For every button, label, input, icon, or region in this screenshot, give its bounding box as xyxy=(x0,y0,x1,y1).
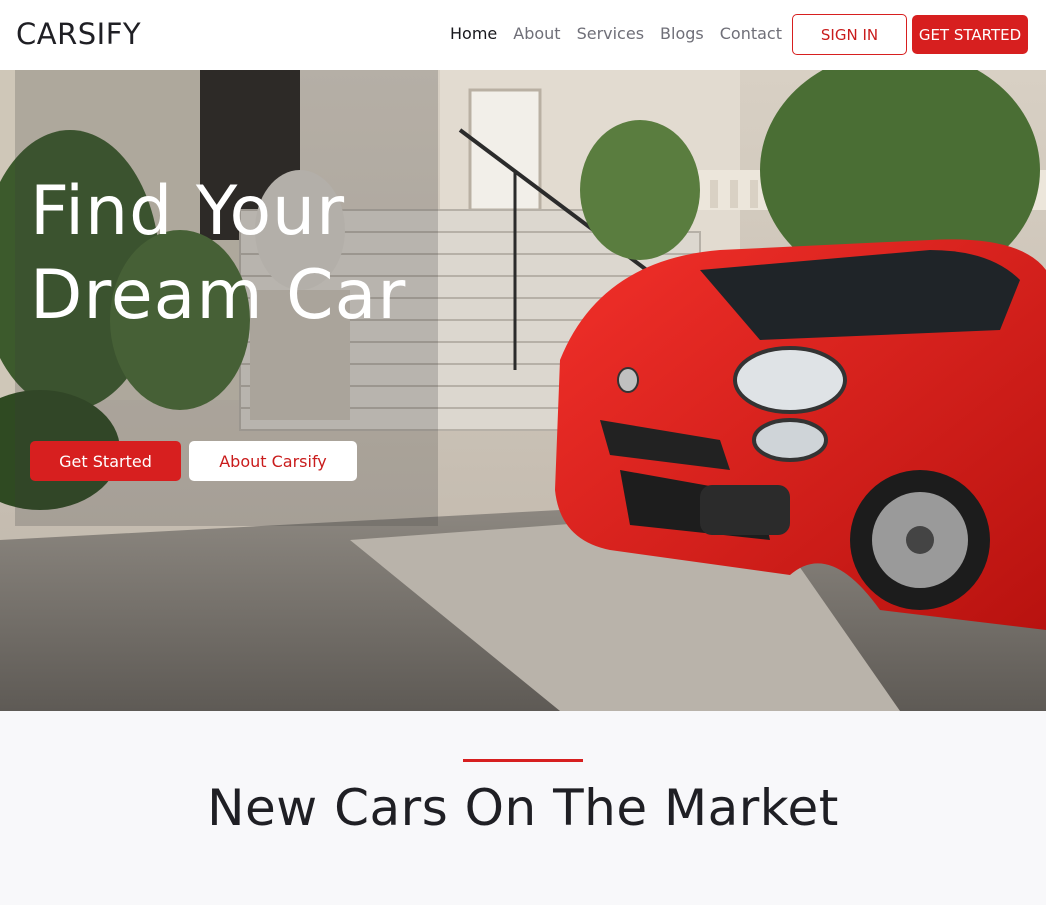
hero-title: Find Your Dream Car xyxy=(30,170,450,338)
section-title: New Cars On The Market xyxy=(207,779,839,837)
hero-title-line2: Dream Car xyxy=(30,256,407,335)
hero-title-line1: Find Your xyxy=(30,172,346,251)
nav-links: Home About Services Blogs Contact xyxy=(450,24,782,43)
nav-link-about[interactable]: About xyxy=(513,24,560,43)
hero-about-button[interactable]: About Carsify xyxy=(189,441,357,481)
get-started-nav-button[interactable]: GET STARTED xyxy=(912,15,1028,54)
nav-link-contact[interactable]: Contact xyxy=(720,24,782,43)
brand-logo[interactable]: CARSIFY xyxy=(16,17,141,51)
navbar: CARSIFY Home About Services Blogs Contac… xyxy=(0,0,1046,70)
new-cars-section: New Cars On The Market xyxy=(0,711,1046,905)
sign-in-button[interactable]: SIGN IN xyxy=(792,14,907,55)
hero-section: Find Your Dream Car Get Started About Ca… xyxy=(0,70,1046,711)
nav-link-blogs[interactable]: Blogs xyxy=(660,24,704,43)
nav-link-services[interactable]: Services xyxy=(577,24,644,43)
nav-link-home[interactable]: Home xyxy=(450,24,497,43)
hero-get-started-button[interactable]: Get Started xyxy=(30,441,181,481)
section-accent-divider xyxy=(463,759,583,762)
